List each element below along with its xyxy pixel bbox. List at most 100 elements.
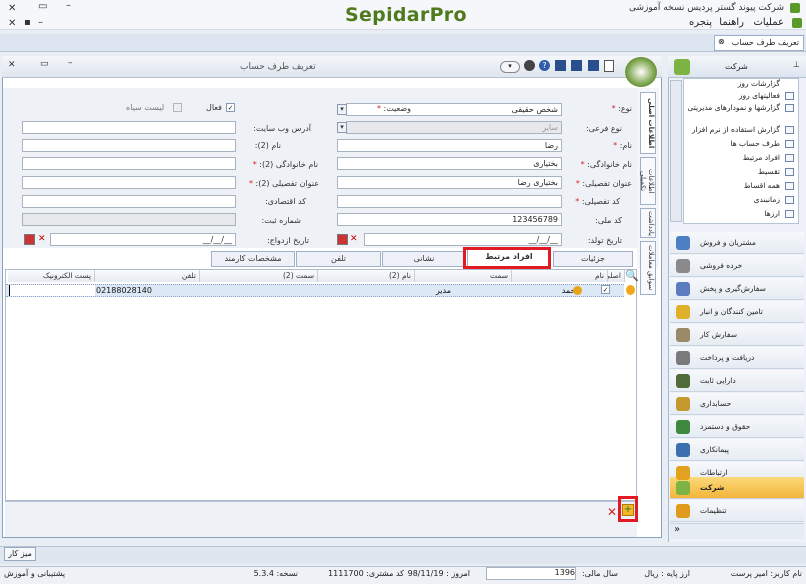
fiscal-year-select[interactable]: 1396 <box>486 567 576 580</box>
title2-label: عنوان تفصیلی (2): * <box>248 179 319 188</box>
new-icon[interactable] <box>604 60 614 72</box>
close-icon[interactable]: ✕ <box>8 3 16 14</box>
blacklist-checkbox[interactable] <box>173 103 182 112</box>
warehouse-icon <box>676 305 690 319</box>
marriage-date-field[interactable]: __/__/__ <box>50 233 236 246</box>
highlight-tab-box <box>463 247 551 269</box>
desk-button[interactable]: میز کار <box>4 547 36 561</box>
tab-address[interactable]: نشانی <box>382 251 466 267</box>
menu-help[interactable]: راهنما <box>719 17 744 28</box>
tree-item[interactable]: همه اقساط <box>744 181 780 190</box>
col-email[interactable]: پست الکترونیک <box>8 270 95 282</box>
save-new-icon[interactable] <box>571 60 582 71</box>
blacklist-label: لیست سیاه <box>126 103 165 112</box>
tab-phone[interactable]: تلفن <box>296 251 381 267</box>
save-icon[interactable] <box>588 60 599 71</box>
tab-close-icon[interactable]: ⊗ <box>718 37 725 46</box>
grid-footer <box>5 501 637 537</box>
row-edit-icon[interactable] <box>626 285 635 295</box>
vtab-extra-info[interactable]: اطلاعات تکمیلی <box>639 157 656 205</box>
mdi-close-icon[interactable]: ✕ <box>8 18 16 29</box>
search-icon[interactable]: 🔍 <box>625 269 639 282</box>
tree-item[interactable]: ارزها <box>764 209 780 218</box>
col-role2[interactable]: سمت (2) <box>200 270 318 282</box>
tree-item[interactable]: گزارش استفاده از نرم افزار <box>692 125 780 134</box>
window-title: تعریف طرف حساب <box>240 62 316 72</box>
delete-icon[interactable]: ✕ <box>607 505 617 519</box>
national-code-field[interactable]: 123456789 <box>337 213 562 226</box>
subtype-field[interactable]: سایر <box>346 121 562 134</box>
restore-icon[interactable]: ▭ <box>38 1 47 12</box>
tree-scrollbar[interactable] <box>670 80 682 222</box>
email-input[interactable] <box>9 285 95 296</box>
family-field[interactable]: بختیاری <box>337 157 562 170</box>
col-role[interactable]: سمت <box>415 270 512 282</box>
birth-date-field[interactable]: __/__/__ <box>364 233 562 246</box>
document-tabstrip <box>0 34 806 52</box>
module-label: مشتریان و فروش <box>700 238 756 247</box>
window-minimize-icon[interactable]: – <box>68 58 73 68</box>
col-name[interactable]: نام <box>512 270 608 282</box>
title2-field[interactable] <box>22 176 236 189</box>
minimize-icon[interactable]: – <box>66 0 71 11</box>
tree-item[interactable]: تقسیط <box>758 167 780 176</box>
tab-employee[interactable]: مشخصات کارمند <box>211 251 295 267</box>
vtab-notes[interactable]: یادداشت <box>640 208 656 238</box>
module-accounting[interactable] <box>670 393 804 415</box>
mdi-restore-icon[interactable]: ▪ <box>24 17 31 28</box>
dropdown-icon[interactable]: ▾ <box>500 61 520 73</box>
settings-icon[interactable] <box>524 60 535 71</box>
vtab-main-info[interactable]: اطلاعات اصلی <box>640 92 656 154</box>
tab-define-account[interactable]: تعریف طرف حساب ⊗ <box>714 35 804 51</box>
menu-window[interactable]: پنجره <box>689 17 712 28</box>
mdi-minimize-icon[interactable]: – <box>38 17 43 28</box>
subtype-dropdown-icon[interactable]: ▾ <box>337 122 347 133</box>
list-icon <box>785 210 794 218</box>
tree-item[interactable]: گزارشها و نمودارهای مدیریتی <box>688 103 780 112</box>
module-logo-icon <box>625 57 657 87</box>
chart-icon <box>785 104 794 112</box>
name-field[interactable]: رضا <box>337 139 562 152</box>
window-restore-icon[interactable]: ▭ <box>40 59 49 69</box>
pin-icon[interactable]: ⊥ <box>793 60 800 69</box>
calendar-icon[interactable] <box>337 234 348 245</box>
tab-details[interactable]: جزئیات <box>553 251 633 267</box>
tree-item[interactable]: زمانبندی <box>754 195 780 204</box>
expand-panel-icon[interactable]: » <box>670 523 804 539</box>
vtab-history[interactable]: سوابق معاملات <box>640 241 656 295</box>
col-phone[interactable]: تلفن <box>95 270 200 282</box>
col-name2[interactable]: نام (2) <box>318 270 415 282</box>
status-today: امروز : 98/11/19 <box>407 569 470 578</box>
status-support[interactable]: پشتیبانی و آموزش <box>4 569 65 578</box>
title-field[interactable]: بختیاری رضا <box>337 176 562 189</box>
type-dropdown-icon[interactable]: ▾ <box>337 104 347 115</box>
module-settings[interactable] <box>670 500 804 522</box>
module-company[interactable] <box>670 477 804 499</box>
clear-date-icon[interactable]: ✕ <box>350 234 358 244</box>
family2-field[interactable] <box>22 157 236 170</box>
module-contracting[interactable] <box>670 439 804 461</box>
col-primary[interactable]: اصلی <box>604 270 625 282</box>
website-field[interactable] <box>22 121 236 134</box>
tree-item[interactable]: فعالیتهای روز <box>739 91 780 100</box>
active-checkbox[interactable]: ✓ <box>226 103 235 112</box>
registration-number-field[interactable] <box>22 213 236 226</box>
menu-operations[interactable]: عملیات <box>753 17 784 28</box>
tree-item[interactable]: افراد مرتبط <box>743 153 780 162</box>
module-label: ارتباطات <box>700 468 728 477</box>
economic-code-field[interactable] <box>22 195 236 208</box>
name2-field[interactable] <box>22 139 236 152</box>
module-assets[interactable] <box>670 370 804 392</box>
window-close-icon[interactable]: ✕ <box>8 60 16 70</box>
detail-code-field[interactable] <box>337 195 562 208</box>
tree-item[interactable]: گزارشات روز <box>738 79 780 88</box>
save-close-icon[interactable] <box>555 60 566 71</box>
clear-marriage-date-icon[interactable]: ✕ <box>38 234 46 244</box>
tree-item[interactable]: طرف حساب ها <box>730 139 780 148</box>
nav-panel-title: شرکت <box>725 62 748 71</box>
marriage-calendar-icon[interactable] <box>24 234 35 245</box>
title-label: عنوان تفصیلی: * <box>575 179 632 188</box>
module-label: پیمانکاری <box>700 445 729 454</box>
primary-checkbox[interactable]: ✓ <box>601 285 610 294</box>
help-icon[interactable]: ? <box>539 60 550 71</box>
